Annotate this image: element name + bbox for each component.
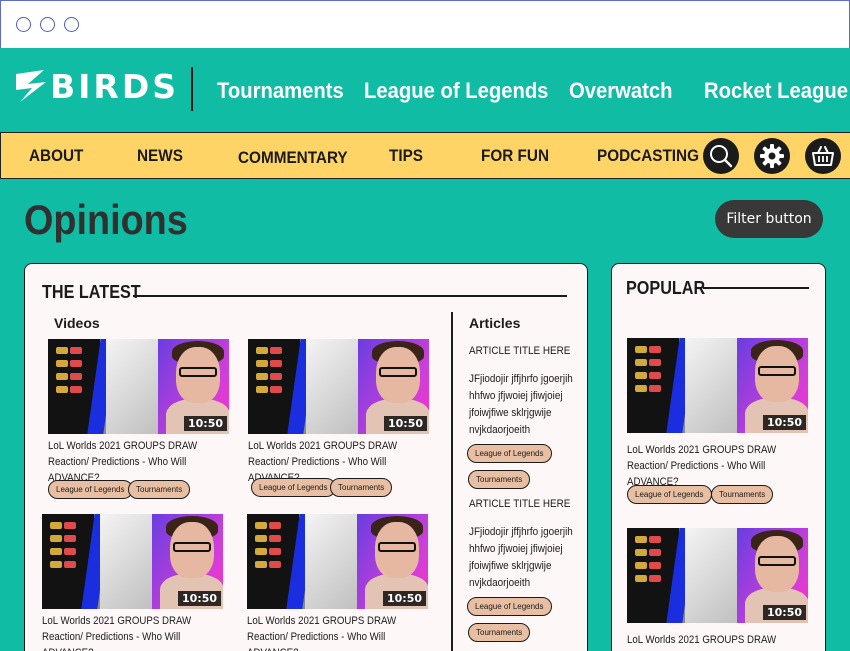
video-duration: 10:50 [383, 416, 427, 431]
top-header: BIRDS Tournaments League of Legends Over… [0, 48, 850, 132]
nav-overwatch[interactable]: Overwatch [569, 78, 673, 104]
video-thumbnail[interactable]: 10:50 [247, 514, 428, 609]
article-title[interactable]: ARTICLE TITLE HERE [469, 498, 570, 510]
logo-divider [191, 67, 193, 111]
brand-logo[interactable]: BIRDS [14, 66, 179, 106]
sub-nav: ABOUT NEWS COMMENTARY TIPS FOR FUN PODCA… [0, 132, 850, 179]
latest-card: THE LATEST Videos Articles 10:50 LoL Wor… [24, 263, 588, 651]
popular-card: POPULAR 10:50 LoL Worlds 2021 GROUPS DRA… [611, 263, 826, 651]
heading-rule [703, 287, 809, 289]
filter-button[interactable]: Filter button [715, 200, 823, 238]
subnav-about[interactable]: ABOUT [29, 146, 83, 166]
video-duration: 10:50 [177, 591, 221, 606]
video-title[interactable]: LoL Worlds 2021 GROUPS DRAW Reaction/ [627, 632, 816, 651]
window-dot-icon[interactable] [64, 17, 79, 32]
video-thumbnail[interactable]: 10:50 [627, 338, 808, 433]
window-dot-icon[interactable] [40, 17, 55, 32]
tag-league-of-legends[interactable]: League of Legends [467, 597, 552, 616]
video-title[interactable]: LoL Worlds 2021 GROUPS DRAW Reaction/ Pr… [627, 442, 816, 490]
tag-tournaments[interactable]: Tournaments [468, 470, 531, 489]
cart-button[interactable] [805, 138, 841, 174]
video-title[interactable]: LoL Worlds 2021 GROUPS DRAW Reaction/ Pr… [48, 438, 233, 486]
video-duration: 10:50 [762, 605, 806, 620]
bird-logo-icon [16, 70, 46, 102]
column-divider [451, 312, 453, 651]
subnav-tips[interactable]: TIPS [389, 146, 423, 166]
popular-heading: POPULAR [626, 278, 706, 298]
tag-league-of-legends[interactable]: League of Legends [627, 485, 712, 504]
video-thumbnail[interactable]: 10:50 [248, 339, 429, 434]
article-body: JFjiodojir jffjhrfo jgoerjih hhfwo jfjwo… [469, 526, 573, 589]
article-title[interactable]: ARTICLE TITLE HERE [469, 345, 570, 357]
nav-tournaments[interactable]: Tournaments [217, 78, 344, 104]
video-duration: 10:50 [382, 591, 426, 606]
tag-league-of-legends[interactable]: League of Legends [251, 478, 336, 497]
nav-rocket-league[interactable]: Rocket League [704, 78, 848, 104]
tag-tournaments[interactable]: Tournaments [711, 485, 774, 504]
tag-league-of-legends[interactable]: League of Legends [467, 444, 552, 463]
tag-tournaments[interactable]: Tournaments [128, 480, 191, 499]
video-duration: 10:50 [762, 415, 806, 430]
gear-icon [760, 144, 784, 168]
tag-tournaments[interactable]: Tournaments [468, 623, 531, 642]
tag-league-of-legends[interactable]: League of Legends [48, 480, 133, 499]
settings-button[interactable] [754, 138, 790, 174]
basket-icon [812, 146, 834, 166]
brand-name: BIRDS [50, 66, 180, 106]
heading-rule [133, 295, 567, 297]
subnav-commentary[interactable]: COMMENTARY [238, 148, 348, 168]
video-thumbnail[interactable]: 10:50 [48, 339, 229, 434]
latest-heading: THE LATEST [42, 282, 141, 302]
subnav-podcasting[interactable]: PODCASTING [597, 146, 699, 166]
videos-heading: Videos [54, 315, 100, 331]
browser-chrome [0, 0, 850, 48]
video-title[interactable]: LoL Worlds 2021 GROUPS DRAW Reaction/ Pr… [42, 613, 227, 651]
article-body: JFjiodojir jffjhrfo jgoerjih hhfwo jfjwo… [469, 373, 573, 436]
video-duration: 10:50 [183, 416, 227, 431]
video-thumbnail[interactable]: 10:50 [627, 528, 808, 623]
video-thumbnail[interactable]: 10:50 [42, 514, 223, 609]
page-title: Opinions [24, 196, 188, 243]
subnav-news[interactable]: NEWS [137, 146, 183, 166]
window-dot-icon[interactable] [16, 17, 31, 32]
tag-tournaments[interactable]: Tournaments [330, 478, 393, 497]
search-button[interactable] [703, 138, 739, 174]
subnav-for-fun[interactable]: FOR FUN [481, 146, 549, 166]
articles-heading: Articles [469, 315, 521, 331]
nav-league-of-legends[interactable]: League of Legends [364, 78, 548, 104]
video-title[interactable]: LoL Worlds 2021 GROUPS DRAW Reaction/ Pr… [247, 613, 432, 651]
search-icon [710, 145, 733, 168]
